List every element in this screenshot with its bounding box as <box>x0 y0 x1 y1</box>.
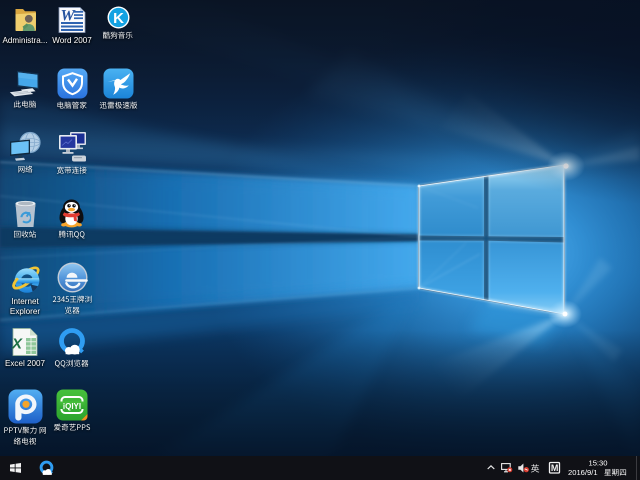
svg-text:15:30: 15:30 <box>588 458 607 467</box>
svg-text:W: W <box>61 8 77 25</box>
svg-text:iQIYI: iQIYI <box>63 402 81 411</box>
svg-text:2016/9/1: 2016/9/1 <box>568 468 598 477</box>
svg-text:X: X <box>11 336 23 353</box>
svg-text:K: K <box>113 10 124 27</box>
svg-text:M: M <box>551 463 559 473</box>
